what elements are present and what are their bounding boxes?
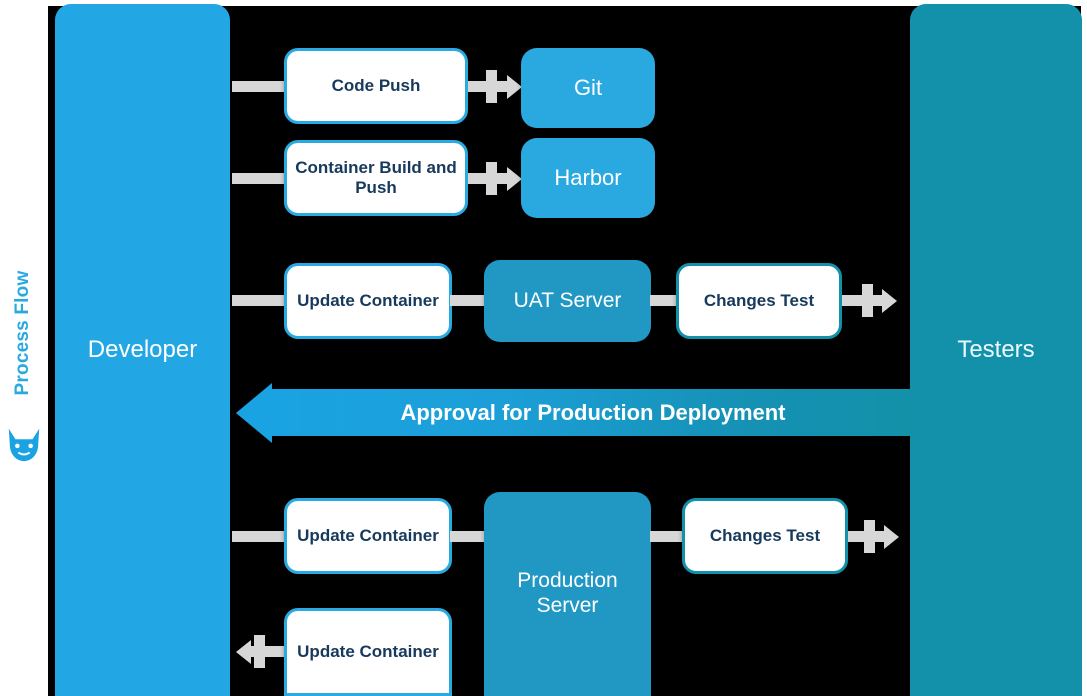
connector-production-server-to-changes-test-2: [650, 531, 684, 542]
node-code-push[interactable]: Code Push: [284, 48, 468, 124]
connector-developer-to-update-container-1: [232, 295, 290, 306]
node-container-build-label: Container Build and Push: [295, 157, 457, 197]
node-update-container-3[interactable]: Update Container: [284, 608, 452, 696]
arrowhead-to-git-icon: [507, 75, 522, 99]
connector-cross-stub: [864, 520, 875, 553]
node-harbor-label: Harbor: [554, 165, 622, 191]
arrowhead-to-testers-icon: [884, 525, 899, 549]
page-frame-notch: [390, 0, 910, 4]
node-changes-test-2[interactable]: Changes Test: [682, 498, 848, 574]
page-frame-notch: [230, 0, 388, 4]
fox-head-logo-icon: [5, 424, 43, 464]
connector-cross-stub: [862, 284, 873, 317]
node-git[interactable]: Git: [521, 48, 655, 128]
connector-developer-to-container-build: [232, 173, 290, 184]
connector-developer-to-update-container-2: [232, 531, 290, 542]
node-production-server-label: Production Server: [517, 569, 618, 617]
node-changes-test-1-label: Changes Test: [703, 290, 815, 310]
node-changes-test-2-label: Changes Test: [709, 525, 821, 545]
node-uat-server-label: UAT Server: [513, 288, 622, 312]
lane-testers[interactable]: Testers: [910, 4, 1082, 696]
arrowhead-to-developer-icon: [236, 640, 251, 664]
node-update-container-1-label: Update Container: [297, 290, 439, 310]
node-git-label: Git: [573, 75, 603, 101]
lane-developer-label: Developer: [87, 336, 198, 363]
approval-banner-label: Approval for Production Deployment: [400, 399, 786, 425]
approval-banner[interactable]: Approval for Production Deployment: [236, 383, 910, 443]
node-container-build[interactable]: Container Build and Push: [284, 140, 468, 216]
node-update-container-2-label: Update Container: [297, 525, 439, 545]
node-production-server[interactable]: Production Server: [484, 492, 651, 696]
node-update-container-1[interactable]: Update Container: [284, 263, 452, 339]
node-update-container-3-label: Update Container: [297, 641, 439, 661]
node-uat-server[interactable]: UAT Server: [484, 260, 651, 342]
connector-cross-stub: [486, 70, 497, 103]
lane-developer[interactable]: Developer: [55, 4, 230, 696]
arrowhead-to-testers-icon: [882, 289, 897, 313]
connector-cross-stub: [486, 162, 497, 195]
node-code-push-label: Code Push: [331, 75, 421, 95]
node-changes-test-1[interactable]: Changes Test: [676, 263, 842, 339]
connector-developer-to-code-push: [232, 81, 290, 92]
process-flow-diagram: Process Flow Developer Testers Code Push…: [0, 0, 1087, 696]
node-update-container-2[interactable]: Update Container: [284, 498, 452, 574]
node-harbor[interactable]: Harbor: [521, 138, 655, 218]
lane-testers-label: Testers: [957, 336, 1035, 363]
diagram-title-vertical: Process Flow: [12, 270, 33, 396]
arrowhead-to-harbor-icon: [507, 167, 522, 191]
